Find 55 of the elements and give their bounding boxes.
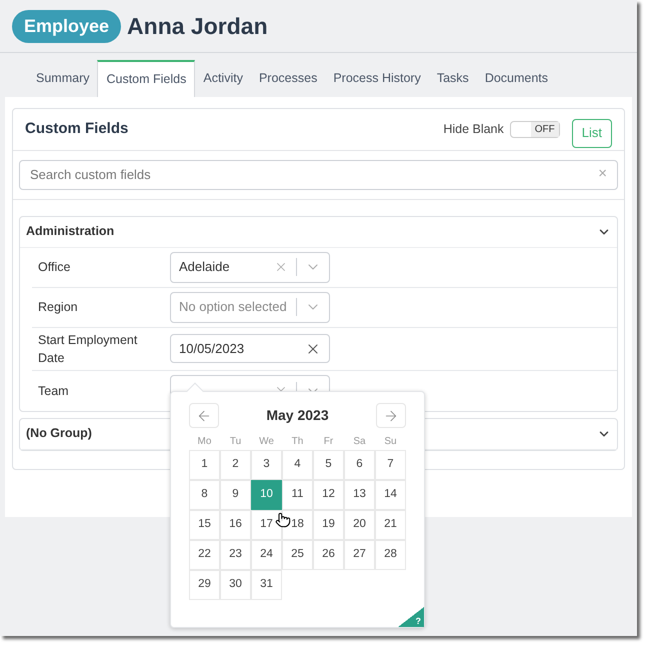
calendar-month-title: May 2023: [266, 406, 329, 425]
tab[interactable]: Activity: [195, 60, 251, 96]
calendar-day[interactable]: 2: [220, 450, 251, 480]
calendar-day[interactable]: 21: [375, 510, 406, 540]
calendar-day[interactable]: 28: [375, 540, 406, 570]
tab[interactable]: Processes: [250, 60, 326, 96]
tab[interactable]: Documents: [476, 60, 556, 96]
weekday-label: Sa: [352, 435, 367, 449]
calendar-day[interactable]: 1: [189, 450, 220, 480]
calendar-day[interactable]: 6: [344, 450, 375, 480]
calendar-day[interactable]: 20: [344, 510, 375, 540]
calendar-day[interactable]: 9: [220, 480, 251, 510]
calendar-day[interactable]: 19: [313, 510, 344, 540]
card-title: Custom Fields: [25, 118, 130, 139]
date-field[interactable]: 10/05/2023: [170, 334, 330, 363]
calendar-day[interactable]: 30: [220, 570, 251, 600]
calendar-day[interactable]: 15: [189, 510, 220, 540]
calendar-day[interactable]: 31: [251, 570, 282, 600]
tab[interactable]: Summary: [28, 60, 98, 96]
field-label: Office: [38, 259, 72, 276]
calendar-day[interactable]: 3: [251, 450, 282, 480]
select-field[interactable]: No option selected: [170, 292, 330, 322]
weekday-label: Mo: [196, 435, 212, 449]
employee-name: Anna Jordan: [127, 12, 268, 41]
field-label: Region: [38, 299, 79, 316]
calendar-day[interactable]: 7: [375, 450, 406, 480]
tab[interactable]: Tasks: [428, 60, 477, 96]
calendar-day[interactable]: 4: [282, 450, 313, 480]
tab[interactable]: Process History: [325, 60, 429, 96]
hide-blank-toggle[interactable]: OFF: [510, 120, 560, 138]
calendar-day[interactable]: 12: [313, 480, 344, 510]
calendar-day[interactable]: 24: [251, 540, 282, 570]
calendar-day[interactable]: 27: [344, 540, 375, 570]
calendar-day[interactable]: 11: [282, 480, 313, 510]
tab[interactable]: Custom Fields: [97, 60, 196, 96]
calendar-day[interactable]: 26: [313, 540, 344, 570]
calendar-day[interactable]: 5: [313, 450, 344, 480]
employee-badge: Employee: [12, 10, 122, 43]
weekday-label: Tu: [228, 435, 242, 449]
calendar-day[interactable]: 8: [189, 480, 220, 510]
weekday-label: Th: [290, 435, 304, 449]
calendar-day[interactable]: 13: [344, 480, 375, 510]
group-header[interactable]: Administration: [20, 216, 617, 248]
weekday-label: Su: [383, 435, 398, 449]
weekday-label: We: [258, 435, 275, 449]
calendar-day[interactable]: 23: [220, 540, 251, 570]
calendar-day[interactable]: 29: [189, 570, 220, 600]
calendar-day[interactable]: 16: [220, 510, 251, 540]
calendar-day[interactable]: 14: [375, 480, 406, 510]
field-label: Start Employment Date: [38, 332, 138, 366]
calendar-day[interactable]: 25: [282, 540, 313, 570]
hide-blank-label: Hide Blank: [443, 120, 504, 138]
weekday-label: Fr: [322, 435, 334, 449]
calendar-day[interactable]: 22: [189, 540, 220, 570]
field-label: Team: [38, 382, 70, 400]
